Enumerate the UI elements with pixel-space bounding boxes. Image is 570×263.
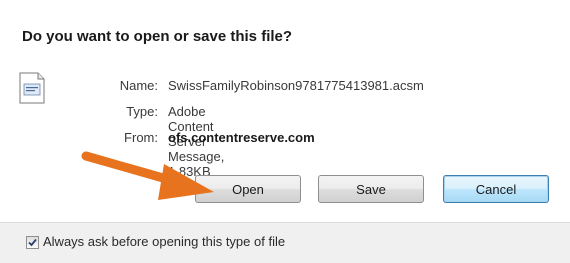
from-label: From: [124, 130, 158, 145]
save-button[interactable]: Save [318, 175, 424, 203]
always-ask-label[interactable]: Always ask before opening this type of f… [43, 234, 285, 249]
dialog-title: Do you want to open or save this file? [22, 28, 293, 45]
name-value: SwissFamilyRobinson9781775413981.acsm [168, 78, 424, 93]
type-label: Type: [126, 104, 158, 119]
from-value: ofs.contentreserve.com [168, 130, 315, 145]
document-icon [19, 72, 45, 104]
name-label: Name: [119, 78, 158, 93]
arrow-right-icon [81, 151, 214, 200]
checkmark-icon [28, 238, 37, 247]
cancel-button[interactable]: Cancel [443, 175, 549, 203]
always-ask-checkbox[interactable] [26, 236, 39, 249]
file-download-dialog: Do you want to open or save this file? N… [0, 0, 570, 263]
